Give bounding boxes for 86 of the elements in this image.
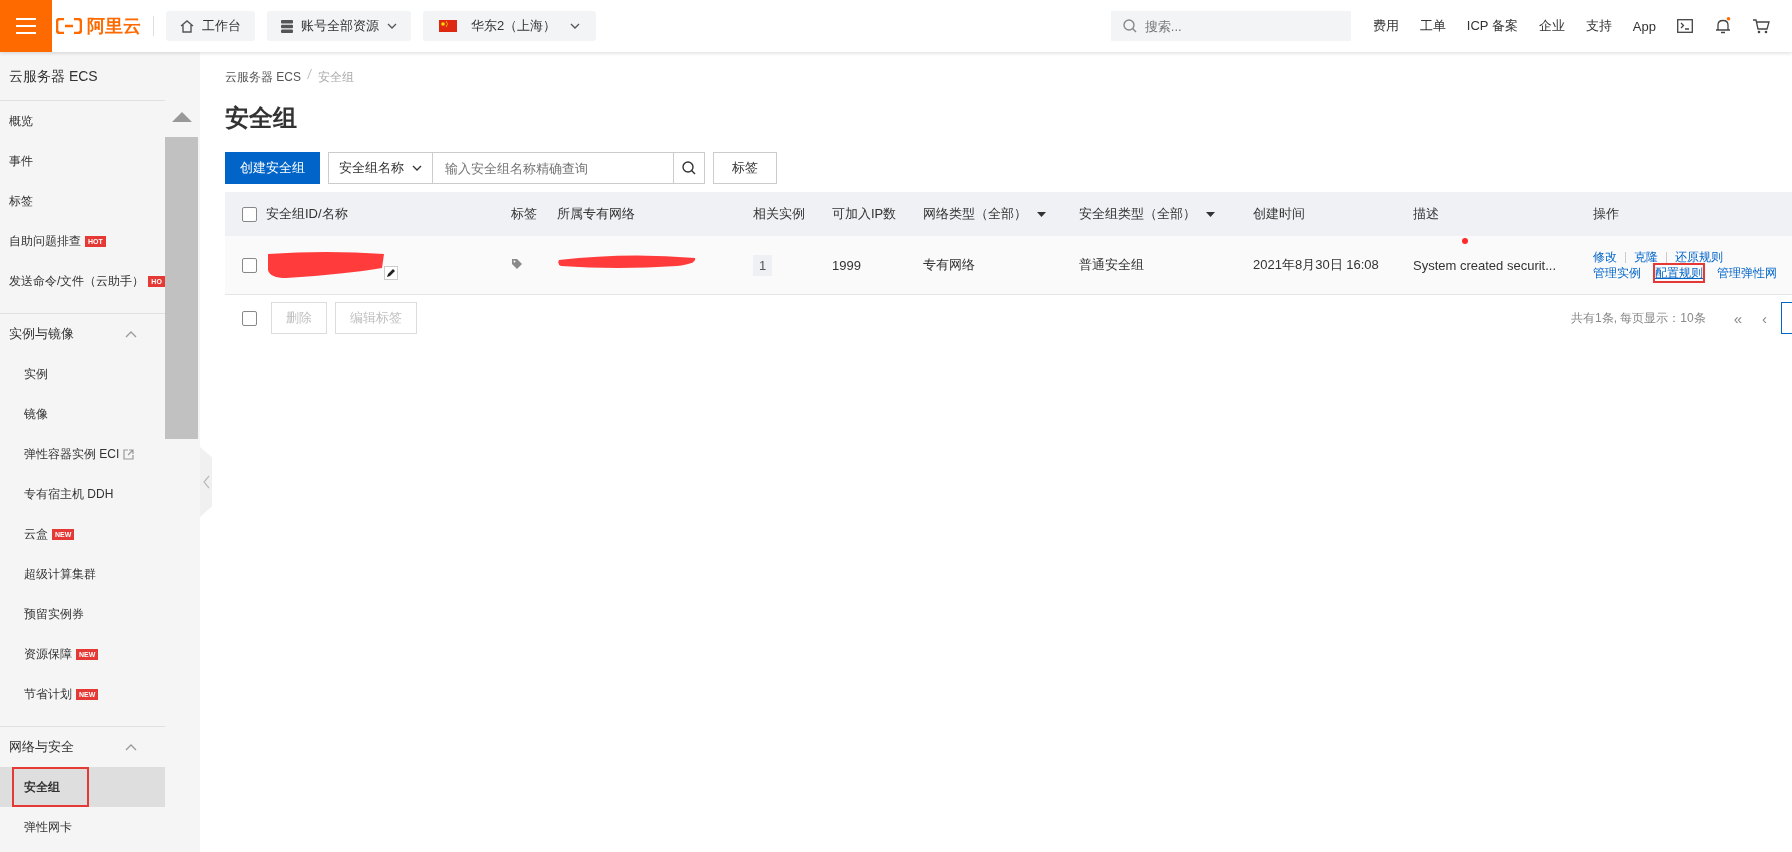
- search-field[interactable]: 搜索...: [1110, 11, 1351, 41]
- sidebar-title: 云服务器 ECS: [0, 52, 165, 101]
- top-nav-link[interactable]: App: [1632, 18, 1656, 34]
- sidebar-item[interactable]: 弹性网卡: [0, 807, 165, 847]
- sidebar-item[interactable]: 专有宿主机 DDH: [0, 474, 165, 514]
- search-icon: [682, 161, 696, 175]
- sidebar-item[interactable]: 弹性容器实例 ECI: [0, 434, 165, 474]
- action-link[interactable]: 还原规则: [1675, 249, 1723, 265]
- sidebar-item[interactable]: 安全组: [0, 767, 165, 807]
- table-cell: 2021年8月30日 16:08: [1253, 257, 1379, 272]
- flag-icon: [439, 20, 457, 32]
- resources-dropdown[interactable]: 账号全部资源: [267, 11, 411, 41]
- top-nav-link[interactable]: ICP 备案: [1466, 17, 1518, 35]
- sidebar-item[interactable]: 标签: [0, 181, 165, 221]
- instance-count[interactable]: 1: [753, 254, 773, 276]
- chevron-up-icon: [125, 330, 137, 338]
- column-header: 相关实例: [753, 206, 805, 221]
- column-header: 操作: [1593, 206, 1619, 221]
- pagination-summary: 共有1条, 每页显示：10条: [1570, 309, 1706, 327]
- home-icon: [180, 19, 194, 33]
- edit-icon[interactable]: [384, 266, 398, 280]
- top-nav-link[interactable]: 工单: [1419, 17, 1446, 35]
- action-link[interactable]: 克隆: [1634, 249, 1658, 265]
- action-link[interactable]: 管理实例: [1593, 265, 1641, 281]
- column-header: 创建时间: [1253, 206, 1305, 221]
- chevron-left-icon: [202, 475, 210, 489]
- server-icon: [281, 19, 293, 33]
- first-page-button[interactable]: «: [1733, 309, 1742, 327]
- checkbox[interactable]: [242, 207, 257, 223]
- previous-page-button[interactable]: ‹: [1762, 309, 1767, 327]
- checkbox[interactable]: [242, 258, 257, 274]
- column-header: 安全组ID/名称: [266, 206, 348, 221]
- workbench-button[interactable]: 工作台: [166, 11, 255, 41]
- top-nav-link[interactable]: 支持: [1585, 17, 1612, 35]
- sidebar-group-header[interactable]: 网络与安全: [0, 727, 165, 767]
- logo-icon: [56, 18, 82, 34]
- chevron-up-icon: [125, 743, 137, 751]
- column-header: 网络类型（全部）: [923, 206, 1027, 221]
- top-nav-link[interactable]: 费用: [1372, 17, 1399, 35]
- action-link[interactable]: 配置规则: [1655, 265, 1703, 281]
- tags-button[interactable]: 标签: [713, 152, 777, 184]
- page-button[interactable]: [1781, 302, 1792, 334]
- create-button[interactable]: 创建安全组: [225, 152, 320, 184]
- table-cell: 普通安全组: [1079, 257, 1144, 272]
- table-cell: 1999: [832, 257, 861, 273]
- brand-name: 阿里云: [87, 15, 141, 38]
- search-field[interactable]: 输入安全组名称精确查询: [433, 152, 673, 184]
- breadcrumb-link[interactable]: 云服务器 ECS: [225, 69, 301, 86]
- table-cell: 专有网络: [923, 257, 975, 272]
- menu-icon: [16, 18, 36, 34]
- filter-dropdown[interactable]: 安全组名称: [328, 152, 433, 184]
- action-link[interactable]: 修改: [1593, 249, 1617, 265]
- caret-down-icon[interactable]: [1037, 212, 1046, 218]
- sidebar-item[interactable]: 事件: [0, 141, 165, 181]
- search-button[interactable]: [673, 152, 705, 184]
- column-header: 所属专有网络: [557, 206, 635, 221]
- top-nav-link[interactable]: 企业: [1538, 17, 1565, 35]
- column-header: 标签: [511, 206, 537, 221]
- column-header: 可加入IP数: [832, 206, 897, 221]
- sidebar-item[interactable]: 实例: [0, 354, 165, 394]
- caret-down-icon[interactable]: [1206, 212, 1215, 218]
- sidebar-item[interactable]: 镜像: [0, 394, 165, 434]
- bell-icon[interactable]: [1715, 17, 1731, 35]
- scrollbar-thumb[interactable]: [165, 137, 198, 439]
- chevron-down-icon: [570, 23, 581, 29]
- search-icon: [1122, 19, 1137, 33]
- scroll-up-icon[interactable]: [172, 112, 192, 122]
- sidebar-item[interactable]: 预留实例券: [0, 594, 165, 634]
- sidebar-item[interactable]: 超级计算集群: [0, 554, 165, 594]
- column-header: 安全组类型（全部）: [1079, 206, 1196, 221]
- sidebar-group-header[interactable]: 实例与镜像: [0, 314, 165, 354]
- page-title: 安全组: [225, 103, 298, 133]
- checkbox[interactable]: [242, 310, 257, 326]
- column-header: 描述: [1413, 206, 1439, 221]
- terminal-icon[interactable]: [1677, 19, 1693, 33]
- tag-icon[interactable]: [511, 257, 523, 270]
- chevron-down-icon: [387, 23, 397, 29]
- action-link[interactable]: 管理弹性网: [1717, 265, 1777, 281]
- breadcrumb-separator-icon: [307, 69, 312, 79]
- sidebar-item[interactable]: 概览: [0, 101, 165, 141]
- scribble-dot: [1462, 238, 1468, 244]
- region-dropdown[interactable]: 华东2（上海）: [423, 11, 597, 41]
- table-cell: System created securit...: [1413, 257, 1557, 273]
- cart-icon[interactable]: [1753, 18, 1770, 34]
- chevron-down-icon: [412, 165, 422, 171]
- menu-button[interactable]: [0, 0, 52, 52]
